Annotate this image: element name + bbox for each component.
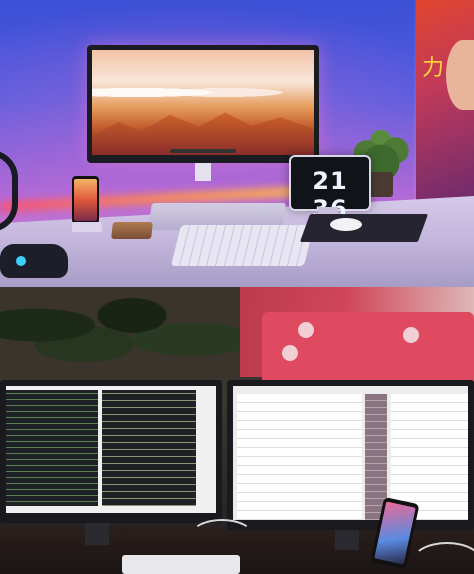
external-drive [111, 222, 153, 239]
monitor-dock [169, 149, 237, 153]
right-monitor [227, 380, 474, 530]
keyboard [122, 555, 240, 574]
wallpaper-mountains [92, 112, 314, 155]
wallpaper-clouds [92, 81, 314, 103]
phone-dock [72, 222, 102, 232]
mouse [330, 218, 362, 231]
gamepad-light [16, 256, 26, 266]
monitor-wallpaper [92, 50, 314, 155]
bokeh-dot [403, 327, 419, 343]
desk-setup-photo-top: 力 21 36 [0, 0, 474, 287]
phone-screen [74, 179, 97, 221]
right-monitor-stand [335, 530, 359, 550]
monitor-stand [195, 163, 211, 181]
code-pane [102, 390, 196, 506]
plant-pot [369, 172, 393, 197]
digital-clock: 21 36 [289, 155, 371, 223]
monitor [87, 45, 319, 163]
cable [190, 519, 254, 553]
left-monitor-screen [6, 386, 216, 513]
keyboard [170, 225, 315, 266]
wall-poster: 力 [416, 0, 474, 208]
right-monitor-screen [233, 386, 468, 520]
left-monitor-stand [85, 523, 109, 545]
poster-face [446, 40, 474, 110]
document-pane [237, 394, 362, 520]
left-monitor [0, 380, 222, 523]
desk-setup-photo-bottom [0, 287, 474, 574]
phone [72, 176, 99, 224]
bokeh-dot [298, 322, 314, 338]
plant-foliage [0, 287, 240, 382]
poster-glyph: 力 [422, 56, 445, 81]
mousepad [299, 214, 429, 242]
code-pane [6, 390, 98, 506]
gamepad [0, 244, 68, 278]
bokeh-dot [282, 345, 298, 361]
